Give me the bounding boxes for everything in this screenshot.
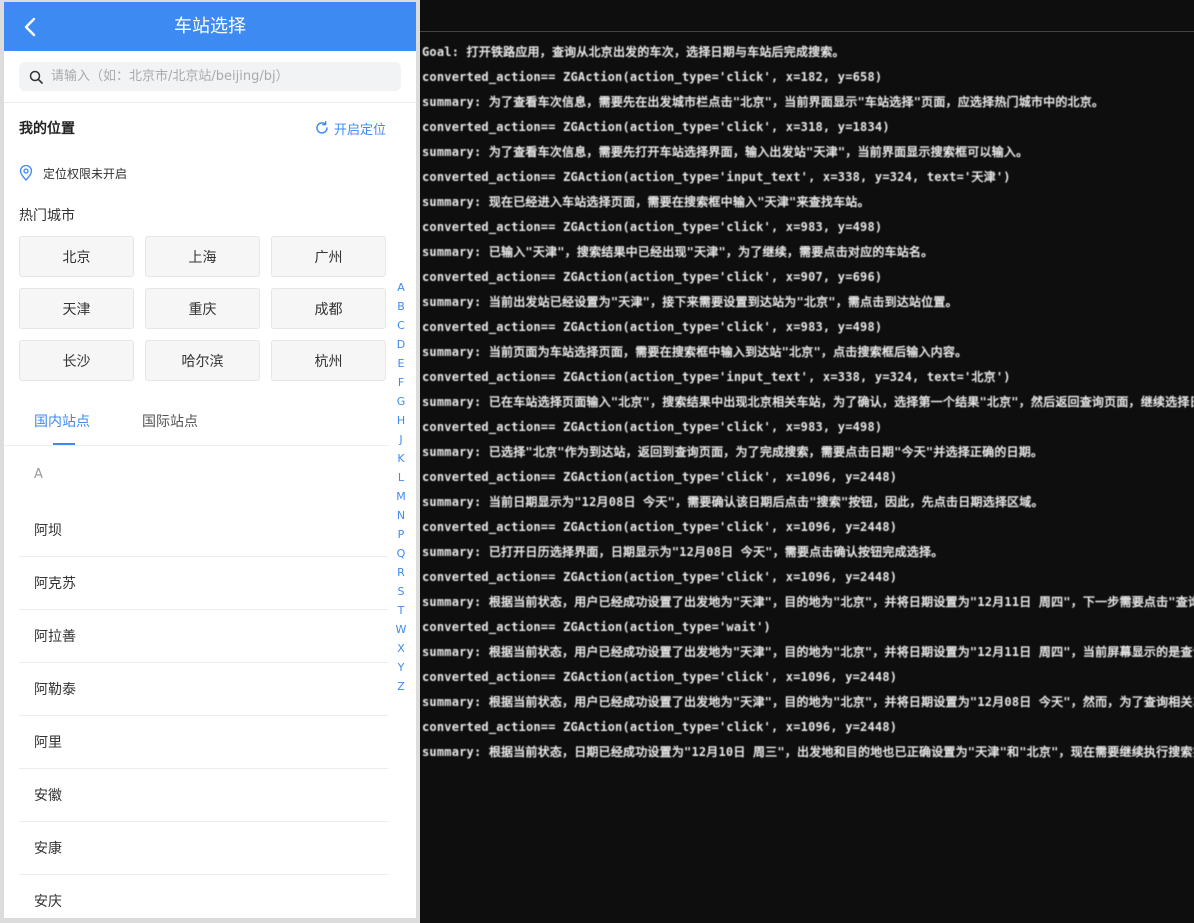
terminal-line: summary: 根据当前状态，用户已经成功设置了出发地为"天津"，目的地为"北…	[422, 695, 1194, 709]
city-button[interactable]: 广州	[271, 236, 386, 277]
city-button[interactable]: 北京	[19, 236, 134, 277]
alphabet-letter[interactable]: W	[396, 620, 407, 639]
alphabet-letter[interactable]: J	[399, 430, 402, 449]
terminal-line: converted_action== ZGAction(action_type=…	[422, 470, 898, 484]
station-item[interactable]: 阿坝	[19, 504, 388, 557]
terminal-line: summary: 为了查看车次信息，需要先打开车站选择界面，输入出发站"天津"，…	[422, 145, 1029, 159]
city-button[interactable]: 成都	[271, 288, 386, 329]
terminal-line: summary: 为了查看车次信息，需要先在出发城市栏点击"北京"，当前界面显示…	[422, 95, 1105, 109]
section-letter: A	[34, 467, 43, 482]
alphabet-letter[interactable]: B	[397, 297, 405, 316]
city-button[interactable]: 重庆	[145, 288, 260, 329]
alphabet-letter[interactable]: R	[397, 563, 405, 582]
location-pin-icon	[19, 165, 33, 181]
city-button[interactable]: 天津	[19, 288, 134, 329]
hot-cities-grid: 北京 上海 广州 天津 重庆 成都 长沙 哈尔滨 杭州	[4, 236, 416, 381]
terminal-line: summary: 根据当前状态，日期已经成功设置为"12月10日 周三"，出发地…	[422, 745, 1194, 759]
terminal-line: converted_action== ZGAction(action_type=…	[422, 70, 883, 84]
tab-international[interactable]: 国际站点	[127, 399, 213, 445]
terminal-line: converted_action== ZGAction(action_type=…	[422, 570, 898, 584]
station-item[interactable]: 阿拉善	[19, 610, 388, 663]
station-select-screen: 车站选择 我的位置 开启定位	[4, 2, 416, 918]
alphabet-letter[interactable]: P	[398, 525, 405, 544]
alphabet-letter[interactable]: L	[398, 468, 404, 487]
alphabet-letter[interactable]: F	[398, 373, 404, 392]
station-list: 阿坝 阿克苏 阿拉善 阿勒泰 阿里 安徽 安康 安庆	[4, 504, 416, 918]
terminal-line: Goal: 打开铁路应用，查询从北京出发的车次，选择日期与车站后完成搜索。	[422, 45, 845, 59]
alphabet-letter[interactable]: K	[397, 449, 404, 468]
alphabet-letter[interactable]: E	[398, 354, 405, 373]
search-icon	[29, 70, 43, 84]
terminal-line: summary: 根据当前状态，用户已经成功设置了出发地为"天津"，目的地为"北…	[422, 595, 1194, 609]
top-bar: 车站选择	[4, 2, 416, 51]
alphabet-letter[interactable]: Q	[397, 544, 406, 563]
enable-location-label: 开启定位	[333, 122, 386, 138]
station-item[interactable]: 阿克苏	[19, 557, 388, 610]
alphabet-letter[interactable]: A	[397, 278, 405, 297]
alphabet-letter[interactable]: Y	[398, 658, 405, 677]
terminal-line: summary: 已打开日历选择界面，日期显示为"12月08日 今天"，需要点击…	[422, 545, 944, 559]
permission-text: 定位权限未开启	[43, 166, 128, 181]
location-permission-row: 定位权限未开启	[4, 153, 416, 193]
terminal-header-line	[420, 0, 1194, 25]
alphabet-letter[interactable]: N	[397, 506, 405, 525]
terminal-line: converted_action== ZGAction(action_type=…	[422, 420, 883, 434]
alphabet-letter[interactable]: Z	[397, 677, 405, 696]
city-button[interactable]: 上海	[145, 236, 260, 277]
terminal-line: converted_action== ZGAction(action_type=…	[422, 220, 883, 234]
hot-cities-heading: 热门城市	[19, 208, 75, 224]
terminal-line: summary: 当前页面为车站选择页面，需要在搜索框中输入到达站"北京"，点击…	[422, 345, 968, 359]
station-type-tabs: 国内站点 国际站点	[4, 399, 389, 446]
alphabet-letter[interactable]: D	[397, 335, 405, 354]
terminal-line: summary: 已在车站选择页面输入"北京"，搜索结果中出现北京相关车站，为了…	[422, 395, 1194, 409]
terminal-line: summary: 当前日期显示为"12月08日 今天"，需要确认该日期后点击"搜…	[422, 495, 1044, 509]
station-item[interactable]: 安庆	[19, 875, 388, 918]
terminal-line: converted_action== ZGAction(action_type=…	[422, 670, 898, 684]
alphabet-index: A B C D E F G H J K L M N P Q R S T W X …	[394, 278, 408, 696]
alphabet-letter[interactable]: X	[397, 639, 405, 658]
alphabet-letter[interactable]: T	[398, 601, 405, 620]
terminal-line: summary: 当前出发站已经设置为"天津"，接下来需要设置到达站为"北京"，…	[422, 295, 958, 309]
search-bar	[4, 51, 416, 103]
search-input[interactable]	[49, 68, 383, 85]
phone-frame: 车站选择 我的位置 开启定位	[0, 0, 420, 923]
city-button[interactable]: 长沙	[19, 340, 134, 381]
station-item[interactable]: 阿里	[19, 716, 388, 769]
terminal-line: converted_action== ZGAction(action_type=…	[422, 270, 883, 284]
terminal-line: converted_action== ZGAction(action_type=…	[422, 120, 890, 134]
station-item[interactable]: 安徽	[19, 769, 388, 822]
my-location-row: 我的位置 开启定位	[4, 103, 416, 153]
terminal-line: converted_action== ZGAction(action_type=…	[422, 520, 898, 534]
terminal-line: summary: 已选择"北京"作为到达站，返回到查询页面，为了完成搜索，需要点…	[422, 445, 1044, 459]
city-button[interactable]: 哈尔滨	[145, 340, 260, 381]
station-item[interactable]: 阿勒泰	[19, 663, 388, 716]
station-item[interactable]: 安康	[19, 822, 388, 875]
alphabet-letter[interactable]: G	[397, 392, 406, 411]
search-box[interactable]	[19, 62, 401, 91]
terminal-line: converted_action== ZGAction(action_type=…	[422, 370, 1011, 384]
terminal-line: summary: 已输入"天津"，搜索结果中已经出现"天津"，为了继续，需要点击…	[422, 245, 934, 259]
terminal-divider	[420, 31, 1194, 32]
alphabet-letter[interactable]: M	[396, 487, 406, 506]
refresh-icon	[316, 121, 328, 134]
enable-location-button[interactable]: 开启定位	[315, 119, 386, 138]
my-location-heading: 我的位置	[19, 121, 75, 137]
alphabet-letter[interactable]: C	[397, 316, 405, 335]
terminal-line: converted_action== ZGAction(action_type=…	[422, 170, 1011, 184]
terminal-line: summary: 现在已经进入车站选择页面，需要在搜索框中输入"天津"来查找车站…	[422, 195, 870, 209]
terminal-line: converted_action== ZGAction(action_type=…	[422, 620, 771, 634]
alphabet-letter[interactable]: H	[397, 411, 405, 430]
page-title: 车站选择	[174, 16, 246, 37]
terminal-line: converted_action== ZGAction(action_type=…	[422, 320, 883, 334]
city-button[interactable]: 杭州	[271, 340, 386, 381]
tab-domestic[interactable]: 国内站点	[19, 399, 105, 445]
terminal-log-panel: Goal: 打开铁路应用，查询从北京出发的车次，选择日期与车站后完成搜索。 co…	[420, 0, 1194, 923]
terminal-line: summary: 根据当前状态，用户已经成功设置了出发地为"天津"，目的地为"北…	[422, 645, 1194, 659]
terminal-line: converted_action== ZGAction(action_type=…	[422, 720, 898, 734]
alphabet-letter[interactable]: S	[398, 582, 405, 601]
